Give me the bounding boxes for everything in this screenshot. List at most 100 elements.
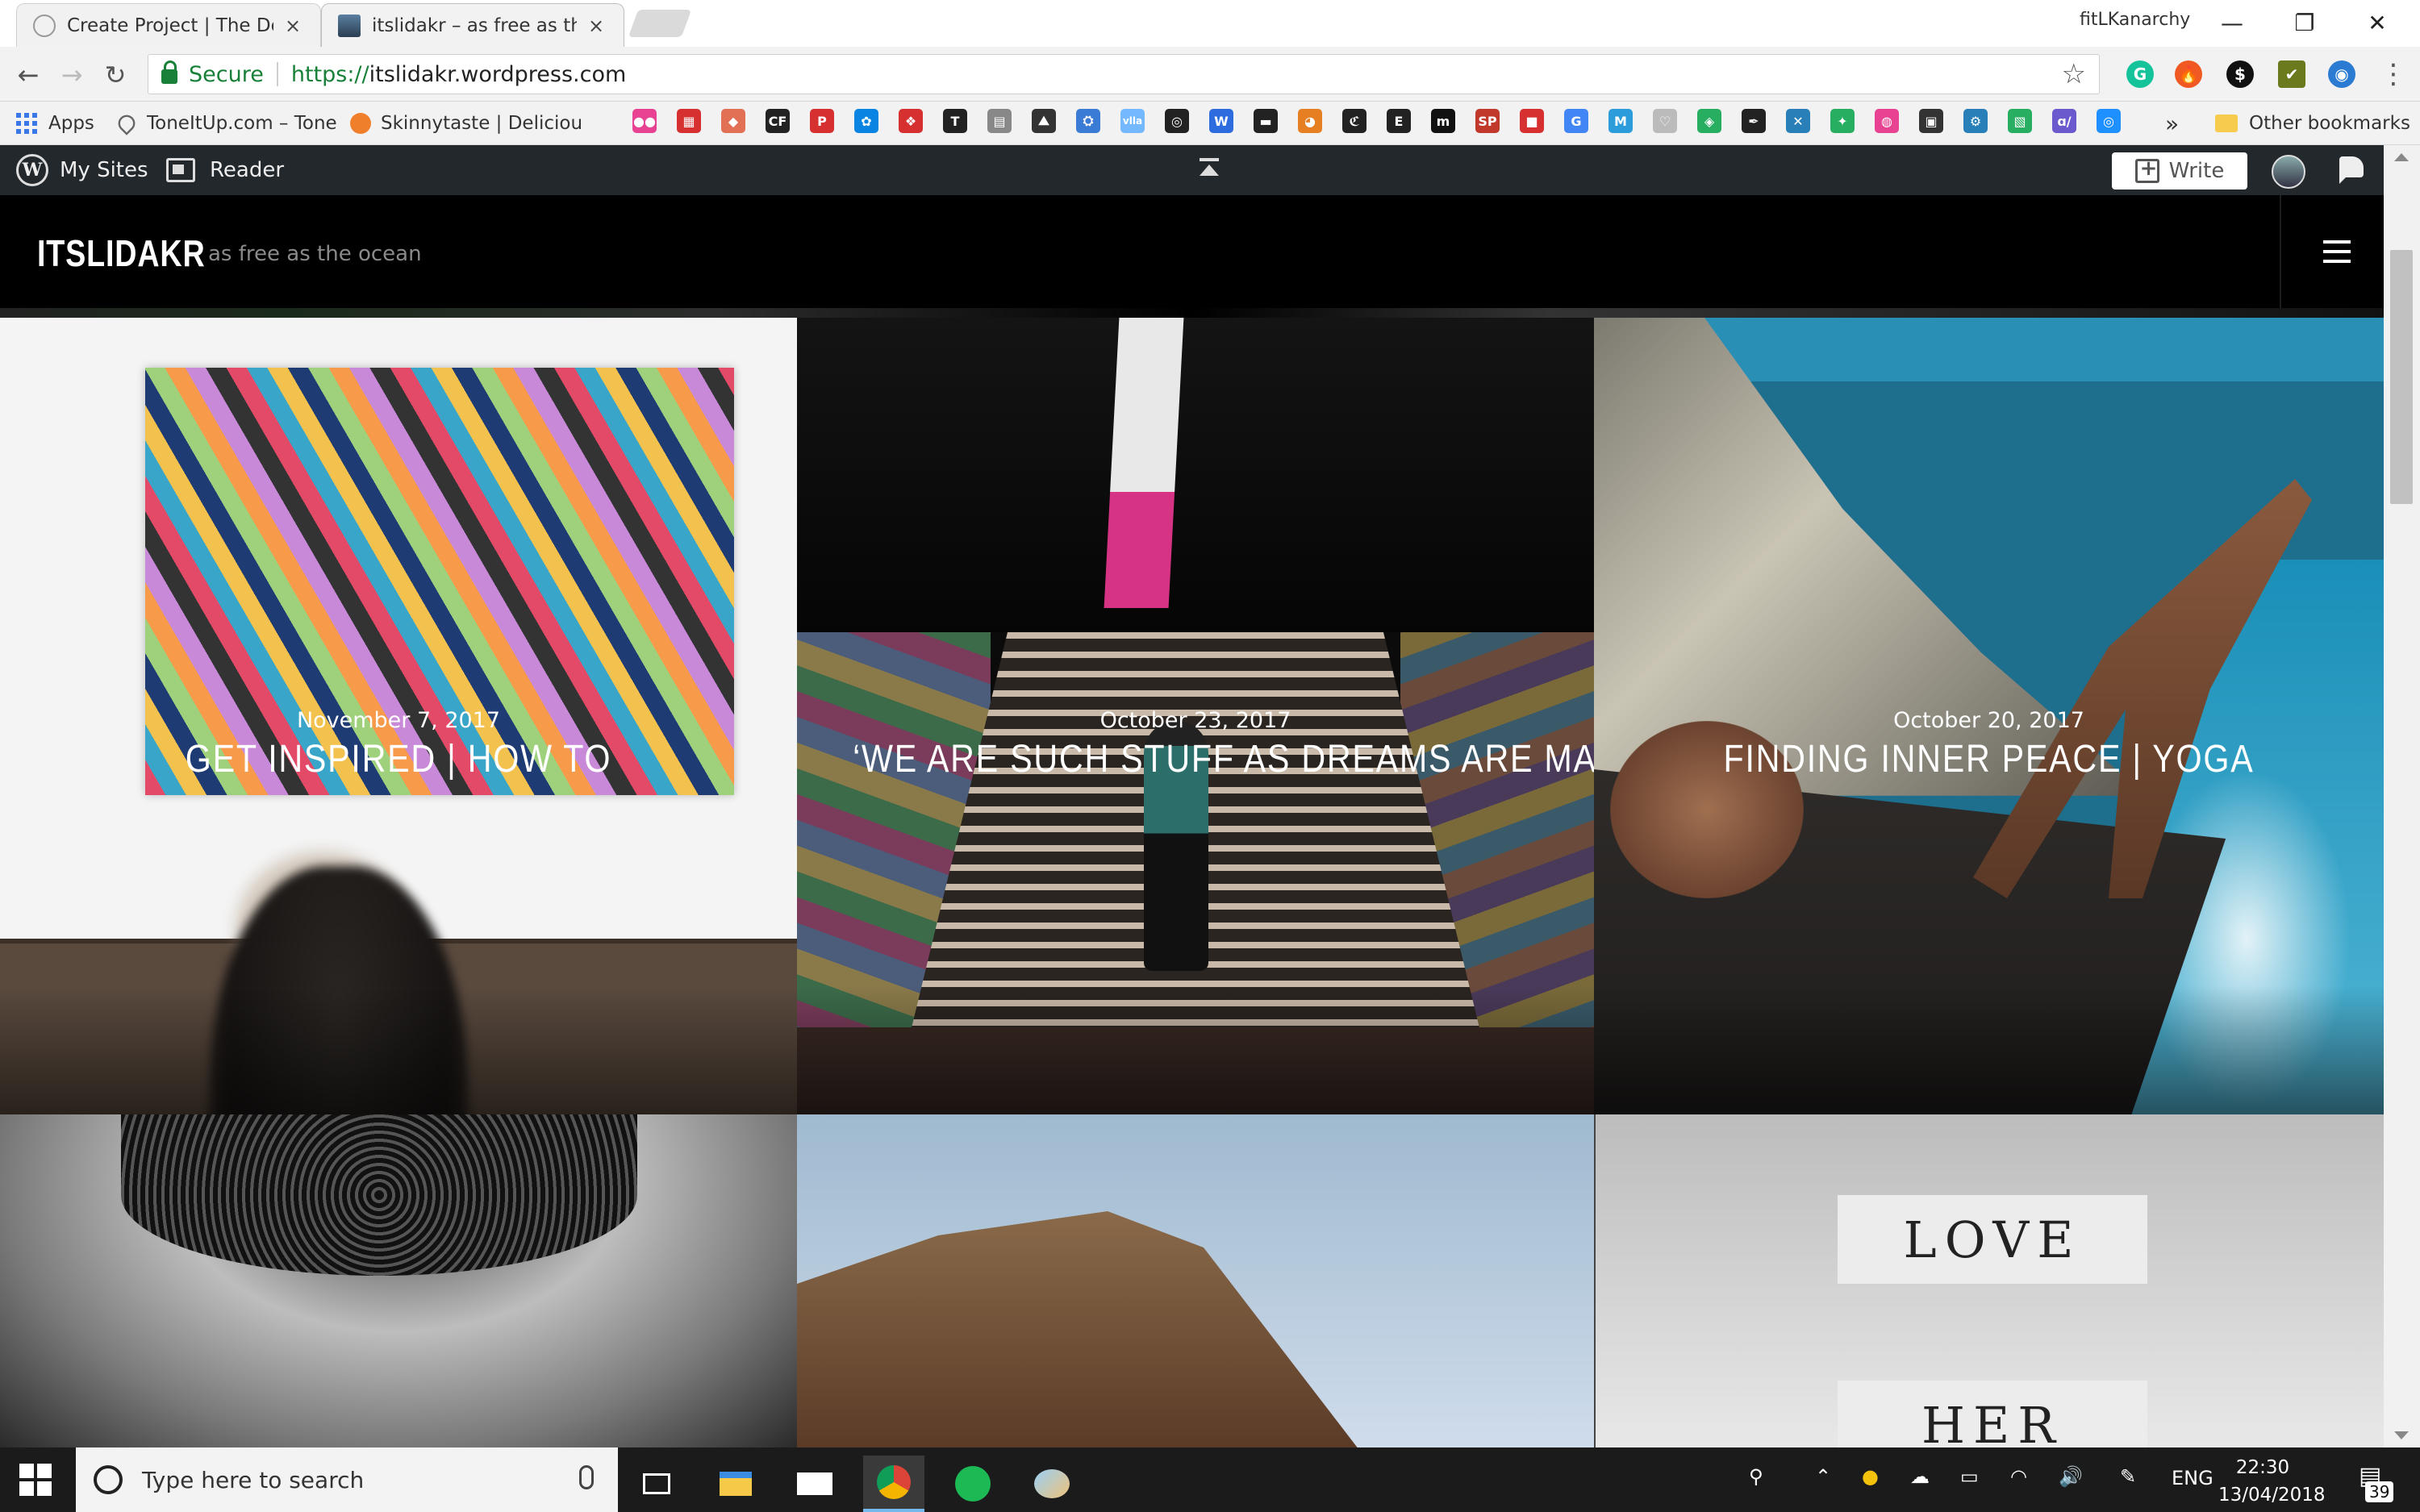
people-icon[interactable]: ⚲ <box>1749 1465 1763 1488</box>
bookmark-favicon-icon[interactable]: T <box>943 109 967 133</box>
bookmark-favicon-icon[interactable]: ◆ <box>721 109 745 133</box>
flame-icon[interactable]: 🔥 <box>2175 60 2202 88</box>
scroll-down-icon[interactable] <box>2394 1431 2409 1439</box>
dollar-icon[interactable]: $ <box>2226 60 2254 88</box>
notification-count-badge: 39 <box>2365 1481 2394 1502</box>
bookmark-favicon-icon[interactable]: G <box>1564 109 1588 133</box>
apps-label: Apps <box>48 113 94 134</box>
tray-expand-icon[interactable]: ⌃ <box>1815 1465 1831 1488</box>
bookmark-skinnytaste[interactable]: Skinnytaste | Deliciou <box>350 110 582 137</box>
post-date: October 23, 2017 <box>1099 708 1291 733</box>
mail-icon[interactable] <box>784 1456 845 1512</box>
volume-icon[interactable]: 🔊 <box>2059 1465 2083 1488</box>
wifi-icon[interactable]: ◠ <box>2010 1465 2027 1488</box>
scroll-thumb[interactable] <box>2390 250 2413 505</box>
bookmark-favicon-icon[interactable]: ▣ <box>1919 109 1943 133</box>
apps-shortcut[interactable]: Apps <box>16 110 94 137</box>
bookmark-favicon-icon[interactable]: ✦ <box>1830 109 1855 133</box>
bookmark-favicon-icon[interactable]: ◕ <box>1298 109 1322 133</box>
bookmark-favicon-icon[interactable]: ✿ <box>854 109 878 133</box>
post-card-lower-3[interactable]: LOVE HER <box>1594 1114 2384 1447</box>
bookmark-favicon-icon[interactable]: P <box>810 109 834 133</box>
bookmark-favicon-icon[interactable]: ◎ <box>1165 109 1189 133</box>
bookmark-favicon-icon[interactable]: ◎ <box>2097 109 2121 133</box>
bookmark-favicon-icon[interactable]: ⛭ <box>1076 109 1100 133</box>
grammarly-icon[interactable]: G <box>2126 60 2154 88</box>
minimize-button[interactable]: — <box>2196 0 2268 45</box>
hamburger-menu-icon[interactable] <box>2323 240 2351 263</box>
bookmark-favicon-icon[interactable]: ℭ <box>1342 109 1366 133</box>
notifications-icon[interactable] <box>2336 156 2368 184</box>
reader-menu[interactable]: Reader <box>166 145 284 195</box>
profile-extension-icon[interactable]: ◉ <box>2328 60 2355 88</box>
post-title[interactable]: FINDING INNER PEACE | YOGA <box>1650 737 2329 781</box>
language-indicator[interactable]: ENG <box>2172 1467 2213 1489</box>
bookmarks-overflow-icon[interactable]: » <box>2165 110 2179 137</box>
close-window-button[interactable]: ✕ <box>2341 0 2414 45</box>
bookmark-favicon-icon[interactable]: ▦ <box>677 109 701 133</box>
bookmark-favicon-icon[interactable]: ●● <box>632 109 657 133</box>
onedrive-icon[interactable]: ☁ <box>1910 1465 1930 1488</box>
browser-menu-icon[interactable]: ⋮ <box>2380 58 2407 90</box>
avatar[interactable] <box>2272 155 2305 189</box>
pen-icon[interactable]: ✎ <box>2120 1465 2136 1488</box>
bookmark-favicon-icon[interactable]: CF <box>766 109 790 133</box>
bookmark-favicon-icon[interactable]: ▤ <box>987 109 1012 133</box>
chrome-icon[interactable] <box>863 1456 924 1512</box>
battery-icon[interactable]: ▭ <box>1960 1465 1979 1488</box>
bookmark-favicon-icon[interactable]: SP <box>1475 109 1500 133</box>
bookmark-favicon-icon[interactable]: M <box>1608 109 1633 133</box>
other-bookmarks-label: Other bookmarks <box>2249 113 2410 134</box>
site-title[interactable]: ITSLIDAKR <box>37 231 206 275</box>
taskbar-search[interactable]: Type here to search <box>76 1447 618 1512</box>
address-bar[interactable]: Secure https:// itslidakr.wordpress.com … <box>148 54 2100 94</box>
norton-icon[interactable]: ● <box>1862 1465 1879 1488</box>
reload-button[interactable]: ↻ <box>95 55 136 95</box>
bookmark-favicon-icon[interactable]: W <box>1209 109 1233 133</box>
paint-icon[interactable] <box>1021 1456 1083 1512</box>
bookmark-favicon-icon[interactable]: ♡ <box>1653 109 1677 133</box>
bookmark-favicon-icon[interactable]: ⚙ <box>1963 109 1988 133</box>
windows-start-icon[interactable] <box>19 1464 52 1496</box>
bookmark-favicon-icon[interactable]: ⛰ <box>1032 109 1056 133</box>
close-tab-icon[interactable]: × <box>282 15 304 37</box>
post-card-lower-2[interactable] <box>797 1114 1594 1447</box>
spotify-icon[interactable] <box>942 1456 1003 1512</box>
bookmark-favicon-icon[interactable]: ◍ <box>1875 109 1899 133</box>
bookmark-favicon-icon[interactable]: ◈ <box>1697 109 1721 133</box>
check-icon[interactable]: ✔ <box>2278 60 2305 88</box>
bookmark-favicon-icon[interactable]: E <box>1387 109 1411 133</box>
write-button[interactable]: Write <box>2112 152 2247 190</box>
page-scrollbar[interactable] <box>2384 145 2420 1447</box>
bookmark-star-icon[interactable]: ☆ <box>2062 58 2086 90</box>
scroll-up-icon[interactable] <box>2394 153 2409 161</box>
task-view-icon[interactable] <box>626 1456 687 1512</box>
clock[interactable]: 22:30 13/04/2018 <box>2218 1454 2326 1509</box>
post-title[interactable]: GET INSPIRED | HOW TO <box>56 737 741 781</box>
tab-itslidakr[interactable]: itslidakr – as free as the o × <box>321 3 624 47</box>
tab-create-project[interactable]: Create Project | The Dots × <box>16 3 321 47</box>
my-sites-menu[interactable]: W My Sites <box>16 145 148 195</box>
bookmark-favicon-icon[interactable]: ■ <box>1520 109 1544 133</box>
bookmark-favicon-icon[interactable]: ▬ <box>1254 109 1278 133</box>
post-card-lower-1[interactable] <box>0 1114 797 1447</box>
bookmark-favicon-icon[interactable]: ✕ <box>1786 109 1810 133</box>
bookmark-favicon-icon[interactable]: ✒ <box>1742 109 1766 133</box>
back-button[interactable]: ← <box>8 55 48 95</box>
post-title[interactable]: ‘WE ARE SUCH STUFF AS DREAMS ARE MADE ON… <box>853 737 1717 781</box>
bookmark-favicon-icon[interactable]: vlla <box>1120 109 1145 133</box>
restore-button[interactable]: ❐ <box>2268 0 2341 45</box>
bookmark-favicon-icon[interactable]: ▧ <box>2008 109 2032 133</box>
bookmark-toneitup[interactable]: ToneItUp.com – Tone <box>115 110 337 137</box>
other-bookmarks[interactable]: Other bookmarks <box>2215 110 2410 137</box>
forward-button[interactable]: → <box>52 55 92 95</box>
bookmark-favicon-icon[interactable]: ɑ/ <box>2052 109 2076 133</box>
close-tab-icon[interactable]: × <box>585 15 607 37</box>
collapse-bar-icon[interactable] <box>1197 158 1221 182</box>
file-explorer-icon[interactable] <box>705 1456 766 1512</box>
bookmark-favicon-icon[interactable]: ❖ <box>899 109 923 133</box>
new-tab-button[interactable] <box>628 10 692 37</box>
microphone-icon[interactable] <box>579 1465 594 1489</box>
bookmark-favicon-icon[interactable]: m <box>1431 109 1455 133</box>
profile-name[interactable]: fitLKanarchy <box>2080 10 2190 30</box>
